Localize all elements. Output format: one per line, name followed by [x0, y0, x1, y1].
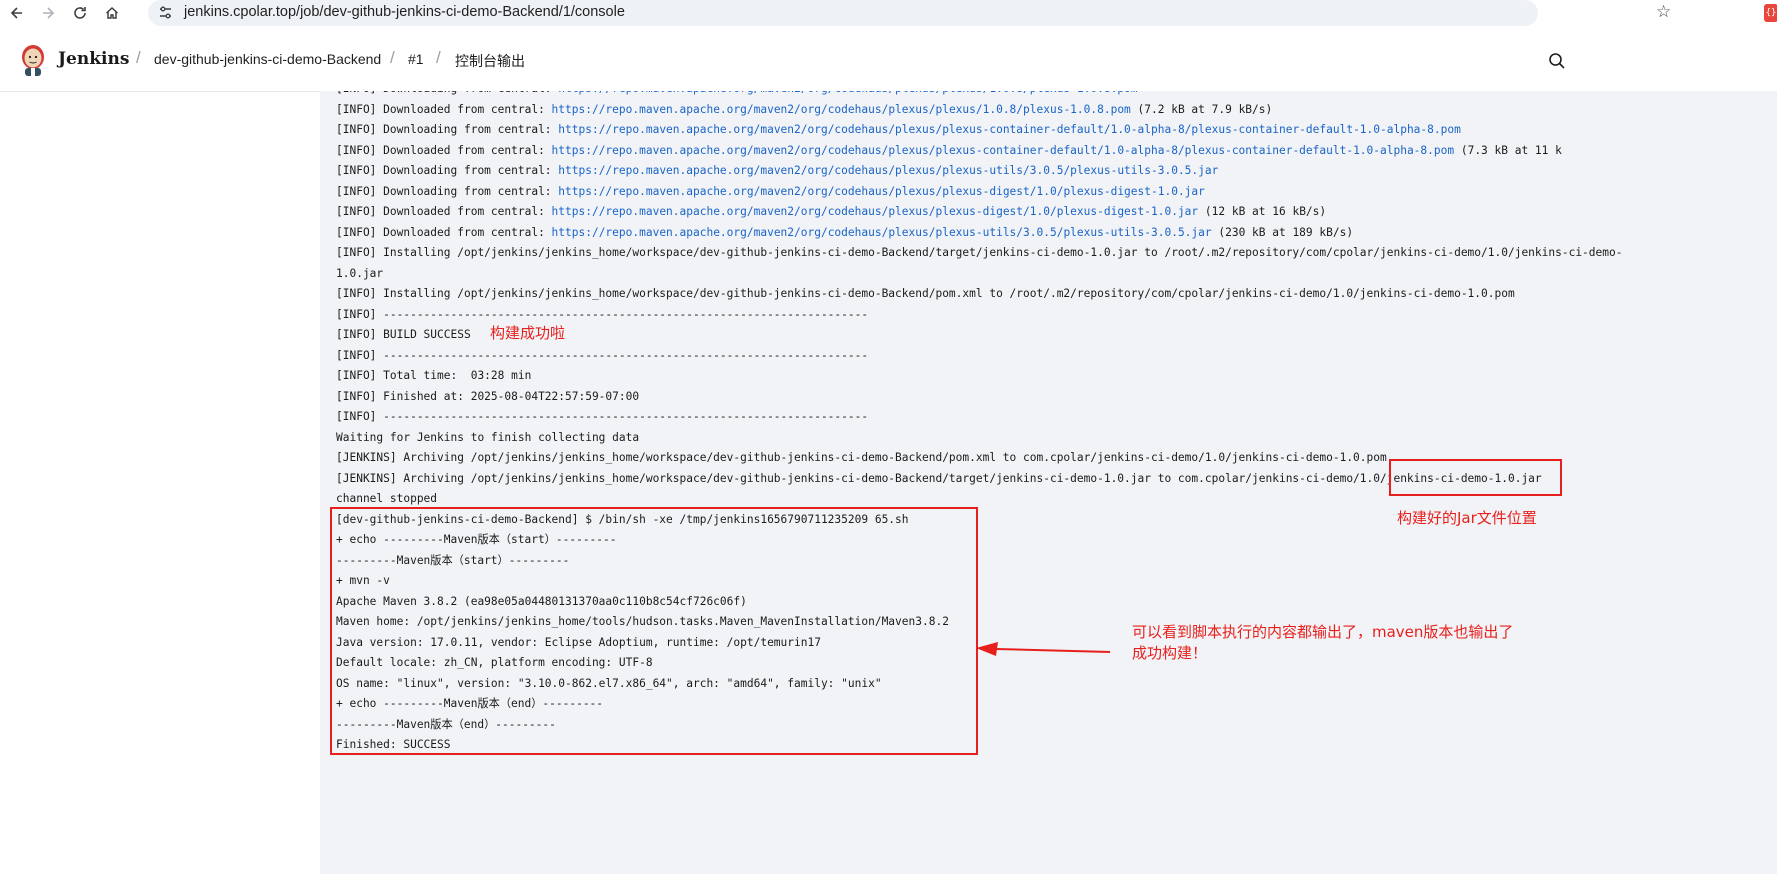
console-line: [INFO] Downloading from central: https:/…: [336, 120, 1777, 141]
console-link[interactable]: https://repo.maven.apache.org/maven2/org…: [552, 226, 1212, 239]
console-line: [INFO] Finished at: 2025-08-04T22:57:59-…: [336, 387, 1777, 408]
console-line: [INFO] Installing /opt/jenkins/jenkins_h…: [336, 284, 1777, 305]
back-icon[interactable]: [6, 2, 28, 24]
brand-name[interactable]: Jenkins: [58, 49, 129, 69]
breadcrumb-build[interactable]: #1: [408, 51, 424, 67]
console-line: [INFO] Downloaded from central: https://…: [336, 141, 1777, 162]
console-link[interactable]: https://repo.maven.apache.org/maven2/org…: [552, 205, 1199, 218]
search-icon[interactable]: [1548, 52, 1566, 70]
console-line-text: 1.0.jar: [336, 266, 384, 280]
breadcrumb-console[interactable]: 控制台输出: [455, 51, 525, 71]
forward-icon[interactable]: [37, 2, 59, 24]
console-line: [INFO] ---------------------------------…: [336, 346, 1777, 367]
address-bar[interactable]: jenkins.cpolar.top/job/dev-github-jenkin…: [148, 0, 1671, 26]
console-line-text: [INFO] Downloaded from central:: [336, 205, 552, 218]
browser-toolbar: jenkins.cpolar.top/job/dev-github-jenkin…: [0, 0, 1777, 28]
console-link[interactable]: https://repo.maven.apache.org/maven2/org…: [558, 91, 1137, 95]
console-line: [INFO] Downloading from central: https:/…: [336, 91, 1777, 100]
console-line-text: [INFO] Installing /opt/jenkins/jenkins_h…: [336, 287, 1515, 300]
highlight-box-script: [330, 507, 978, 755]
console-line: Waiting for Jenkins to finish collecting…: [336, 428, 1777, 449]
console-line-text: [INFO] ---------------------------------…: [336, 410, 869, 423]
console-link[interactable]: https://repo.maven.apache.org/maven2/org…: [558, 123, 1461, 136]
console-line: [INFO] ---------------------------------…: [336, 407, 1777, 428]
breadcrumb-separator: /: [136, 48, 141, 67]
console-line-text: [INFO] Downloading from central:: [336, 91, 558, 95]
annotation-jar-location: 构建好的Jar文件位置: [1397, 509, 1537, 527]
console-line: [INFO] Downloaded from central: https://…: [336, 100, 1777, 121]
breadcrumb-separator: /: [436, 48, 441, 67]
home-icon[interactable]: [101, 2, 123, 24]
console-line-text: [INFO] Downloaded from central:: [336, 102, 552, 116]
console-line-suffix: (230 kB at 189 kB/s): [1211, 225, 1354, 239]
console-line-text: [INFO] ---------------------------------…: [336, 307, 869, 321]
console-line: [INFO] Downloading from central: https:/…: [336, 161, 1777, 182]
console-link[interactable]: https://repo.maven.apache.org/maven2/org…: [558, 185, 1205, 198]
jenkins-header: Jenkins / dev-github-jenkins-ci-demo-Bac…: [0, 28, 1777, 92]
console-line-text: Waiting for Jenkins to finish collecting…: [336, 430, 640, 444]
extension-icon[interactable]: {}: [1764, 4, 1777, 22]
annotation-script-output-line2: 成功构建！: [1132, 644, 1208, 662]
console-line-text: [INFO] Total time: 03:28 min: [336, 369, 532, 382]
jenkins-logo-icon[interactable]: [20, 44, 46, 76]
console-line-suffix: (7.3 kB at 11 k: [1454, 143, 1562, 157]
console-line-text: channel stopped: [336, 492, 438, 505]
console-line-text: [INFO] Downloaded from central:: [336, 143, 552, 157]
console-line: [INFO] Installing /opt/jenkins/jenkins_h…: [336, 243, 1777, 264]
breadcrumb-job[interactable]: dev-github-jenkins-ci-demo-Backend: [154, 51, 381, 67]
url-text[interactable]: jenkins.cpolar.top/job/dev-github-jenkin…: [184, 4, 625, 20]
highlight-box-jar: [1389, 459, 1562, 496]
annotation-script-output-line1: 可以看到脚本执行的内容都输出了，maven版本也输出了: [1132, 623, 1514, 641]
console-line-suffix: (7.2 kB at 7.9 kB/s): [1130, 102, 1273, 116]
console-line-suffix: (12 kB at 16 kB/s): [1198, 205, 1327, 218]
console-link[interactable]: https://repo.maven.apache.org/maven2/org…: [558, 164, 1218, 177]
console-link[interactable]: https://repo.maven.apache.org/maven2/org…: [552, 144, 1455, 157]
console-line-text: [INFO] Downloaded from central:: [336, 225, 552, 239]
site-info-icon[interactable]: [158, 5, 173, 20]
reload-icon[interactable]: [69, 2, 91, 24]
console-line-text: [INFO] Downloading from central:: [336, 184, 559, 198]
console-link[interactable]: https://repo.maven.apache.org/maven2/org…: [552, 103, 1131, 116]
console-line-text: [JENKINS] Archiving /opt/jenkins/jenkins…: [336, 471, 1542, 485]
breadcrumb-separator: /: [390, 48, 395, 67]
console-line-text: [INFO] ---------------------------------…: [336, 348, 869, 362]
console-line: [INFO] Downloaded from central: https://…: [336, 223, 1777, 244]
annotation-arrow-icon: [976, 642, 1111, 656]
console-line-text: [JENKINS] Archiving /opt/jenkins/jenkins…: [336, 451, 1387, 464]
console-line: [INFO] Downloaded from central: https://…: [336, 202, 1777, 223]
console-line: [INFO] Downloading from central: https:/…: [336, 182, 1777, 203]
console-line-text: [INFO] Downloading from central:: [336, 123, 559, 136]
console-line-text: [INFO] Installing /opt/jenkins/jenkins_h…: [336, 246, 1623, 259]
console-line-text: [INFO] Downloading from central:: [336, 164, 559, 177]
console-line: 1.0.jar: [336, 264, 1777, 285]
console-line-text: [INFO] BUILD SUCCESS: [336, 328, 471, 341]
console-line: [INFO] Total time: 03:28 min: [336, 366, 1777, 387]
console-line-text: [INFO] Finished at: 2025-08-04T22:57:59-…: [336, 389, 640, 403]
star-icon[interactable]: ☆: [1656, 2, 1671, 22]
annotation-build-success: 构建成功啦: [490, 324, 566, 342]
